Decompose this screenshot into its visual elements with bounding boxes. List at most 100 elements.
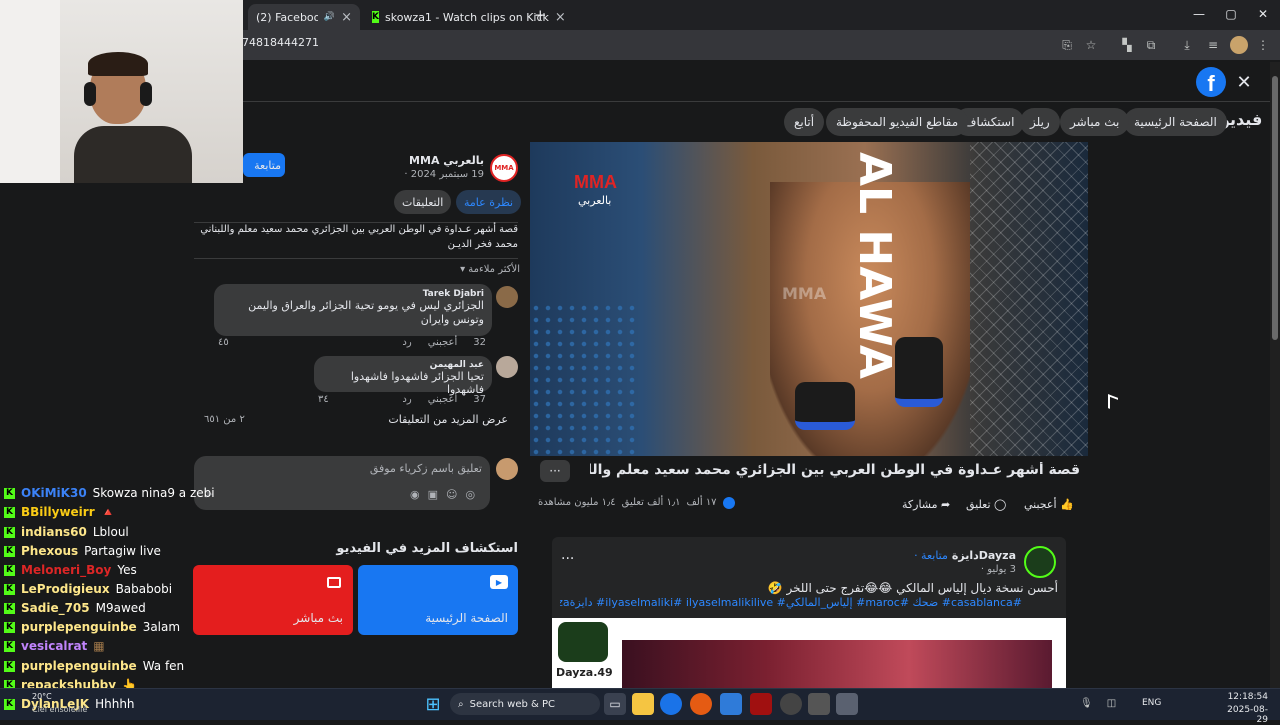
network-icon[interactable]: ◫: [1107, 698, 1116, 709]
download-icon[interactable]: ⤓: [1178, 36, 1196, 54]
tab-comments[interactable]: التعليقات: [394, 190, 452, 214]
comment-reply[interactable]: رد: [402, 394, 411, 405]
follow-button[interactable]: متابعة: [243, 153, 285, 177]
chat-user[interactable]: OKiMiK30: [21, 486, 87, 500]
star-icon[interactable]: ☆: [1082, 36, 1100, 54]
comment-author[interactable]: Tarek Djabri: [222, 289, 484, 299]
commenter-avatar[interactable]: [496, 286, 518, 308]
emoji-icon[interactable]: ☺: [446, 488, 457, 501]
comment-action[interactable]: ◯ تعليق: [966, 498, 1006, 511]
comment-like[interactable]: أعجبني: [428, 337, 458, 348]
clock-time[interactable]: 12:18:54: [1222, 692, 1268, 702]
next-post-follow[interactable]: متابعة ·: [914, 549, 948, 562]
explore-home-card[interactable]: ▶ الصفحة الرئيسية: [358, 565, 518, 635]
page-name[interactable]: بالعربي MMA: [346, 154, 484, 167]
chat-line: K OKiMiK30 Skowza nina9 a zebi: [4, 486, 215, 500]
maximize-button[interactable]: ▢: [1216, 4, 1246, 24]
comments-count[interactable]: ١٫١ ألف تعليق: [622, 497, 681, 509]
nav-reels[interactable]: ريلز: [1020, 108, 1060, 136]
commenter-avatar[interactable]: [496, 356, 518, 378]
weather-temp[interactable]: 20°C: [32, 692, 52, 701]
scrollbar-thumb[interactable]: [1272, 76, 1278, 340]
comment-like[interactable]: أعجبني: [428, 394, 458, 405]
nav-saved[interactable]: مقاطع الفيديو المحفوظة: [826, 108, 969, 136]
chat-user[interactable]: Meloneri_Boy: [21, 563, 111, 577]
taskbar-search[interactable]: ⌕ Search web & PC: [450, 693, 600, 715]
chat-user[interactable]: BBillyweirr: [21, 505, 95, 519]
comment-author[interactable]: عبد المهيمن: [322, 360, 484, 370]
like-badge-icon: [722, 497, 735, 509]
weather-desc[interactable]: Ciel ensoleillé: [32, 705, 87, 714]
calculator-icon[interactable]: [836, 693, 858, 715]
file-explorer-icon[interactable]: [632, 693, 654, 715]
next-post-more[interactable]: ···: [561, 551, 574, 567]
likes-count[interactable]: ١٧ ألف: [686, 497, 716, 509]
chat-user[interactable]: purplepenguinbe: [21, 620, 137, 634]
obs-icon[interactable]: [780, 693, 802, 715]
reaction-count[interactable]: ٣٤: [318, 394, 329, 405]
next-post-tags[interactable]: #casablanca# ضحك #maroc# إلياس_المالكي# …: [560, 596, 1022, 609]
explore-live-card[interactable]: بث مباشر: [193, 565, 353, 635]
next-post-media[interactable]: Dayza.49: [552, 618, 1066, 688]
comment-input[interactable]: تعليق باسم زكرياء موفق: [194, 456, 490, 510]
chat-user[interactable]: Phexous: [21, 544, 78, 558]
app-icon[interactable]: [750, 693, 772, 715]
dayza-avatar[interactable]: [1024, 546, 1056, 578]
chat-user[interactable]: indians60: [21, 525, 87, 539]
page-avatar[interactable]: MMA: [490, 154, 518, 182]
app-icon[interactable]: [808, 693, 830, 715]
puzzle-icon[interactable]: ⧉: [1142, 36, 1160, 54]
play-icon: ▶: [490, 575, 508, 589]
nav-home[interactable]: الصفحة الرئيسية: [1124, 108, 1227, 136]
firefox-icon[interactable]: [690, 693, 712, 715]
avatar[interactable]: [1230, 36, 1248, 54]
chat-line: Kvesicalrat ▦: [4, 639, 105, 653]
task-view-icon[interactable]: ▭: [604, 693, 626, 715]
new-tab-button[interactable]: +: [534, 6, 547, 24]
minimize-button[interactable]: —: [1184, 4, 1214, 24]
camera-icon[interactable]: ◎: [465, 488, 475, 501]
menu-icon[interactable]: ⋮: [1254, 36, 1272, 54]
share-action[interactable]: ➦ مشاركة: [902, 498, 950, 511]
reaction-count[interactable]: ٤٥: [218, 337, 229, 348]
chat-line: K Sadie_705 M9awed: [4, 601, 146, 615]
chat-user[interactable]: vesicalrat: [21, 639, 87, 653]
chat-line: K Meloneri_Boy Yes: [4, 563, 137, 577]
explore-live-label: بث مباشر: [293, 611, 343, 625]
close-icon[interactable]: ×: [341, 10, 352, 25]
next-post-author[interactable]: Dayzaدايزة: [952, 549, 1016, 562]
app-icon[interactable]: [720, 693, 742, 715]
windows-start-icon[interactable]: ⊞: [422, 693, 444, 715]
media-icon[interactable]: ≡: [1204, 36, 1222, 54]
tab-facebook[interactable]: (2) Facebook | فيديو 🔊 ×: [248, 4, 360, 30]
tab-kick[interactable]: K skowza1 - Watch clips on Kick ×: [364, 4, 566, 30]
close-button[interactable]: ✕: [1232, 70, 1256, 94]
sticker-icon[interactable]: ◉: [410, 488, 420, 501]
mic-icon[interactable]: 🎙: [1080, 698, 1093, 709]
cast-icon[interactable]: ⎘: [1058, 36, 1076, 54]
sort-dropdown[interactable]: الأكثر ملاءمة ▾: [450, 264, 520, 275]
comment-reply[interactable]: رد: [402, 337, 411, 348]
window-close-button[interactable]: ✕: [1248, 4, 1278, 24]
more-comments-link[interactable]: عرض المزيد من التعليقات: [380, 413, 508, 426]
extension-icon[interactable]: ▚: [1118, 36, 1136, 54]
url-field[interactable]: 74818444271: [242, 36, 319, 49]
language-indicator[interactable]: ENG: [1142, 698, 1161, 708]
chat-user[interactable]: Sadie_705: [21, 601, 90, 615]
facebook-logo[interactable]: f: [1196, 67, 1226, 97]
speaker-icon[interactable]: 🔊: [324, 12, 335, 22]
close-icon[interactable]: ×: [555, 10, 566, 25]
chat-user[interactable]: LeProdigieux: [21, 582, 110, 596]
chat-user[interactable]: purplepenguinbe: [21, 659, 137, 673]
next-post-text: أحسن نسخة ديال إلياس المالكي 😂😂تفرج حتى …: [767, 581, 1058, 595]
more-button[interactable]: ···: [540, 460, 570, 482]
video-player[interactable]: AL HAWA MMA بالعربي MMA: [530, 142, 1088, 456]
clock-date[interactable]: 2025-08-29: [1222, 705, 1268, 725]
chrome-icon[interactable]: [660, 693, 682, 715]
gif-icon[interactable]: ▣: [428, 488, 438, 501]
nav-following[interactable]: أتابع: [784, 108, 825, 136]
tab-overview[interactable]: نظرة عامة: [456, 190, 522, 214]
nav-live[interactable]: بث مباشر: [1060, 108, 1130, 136]
like-action[interactable]: 👍 أعجبني: [1024, 498, 1074, 511]
comment-time: 37: [473, 394, 486, 405]
